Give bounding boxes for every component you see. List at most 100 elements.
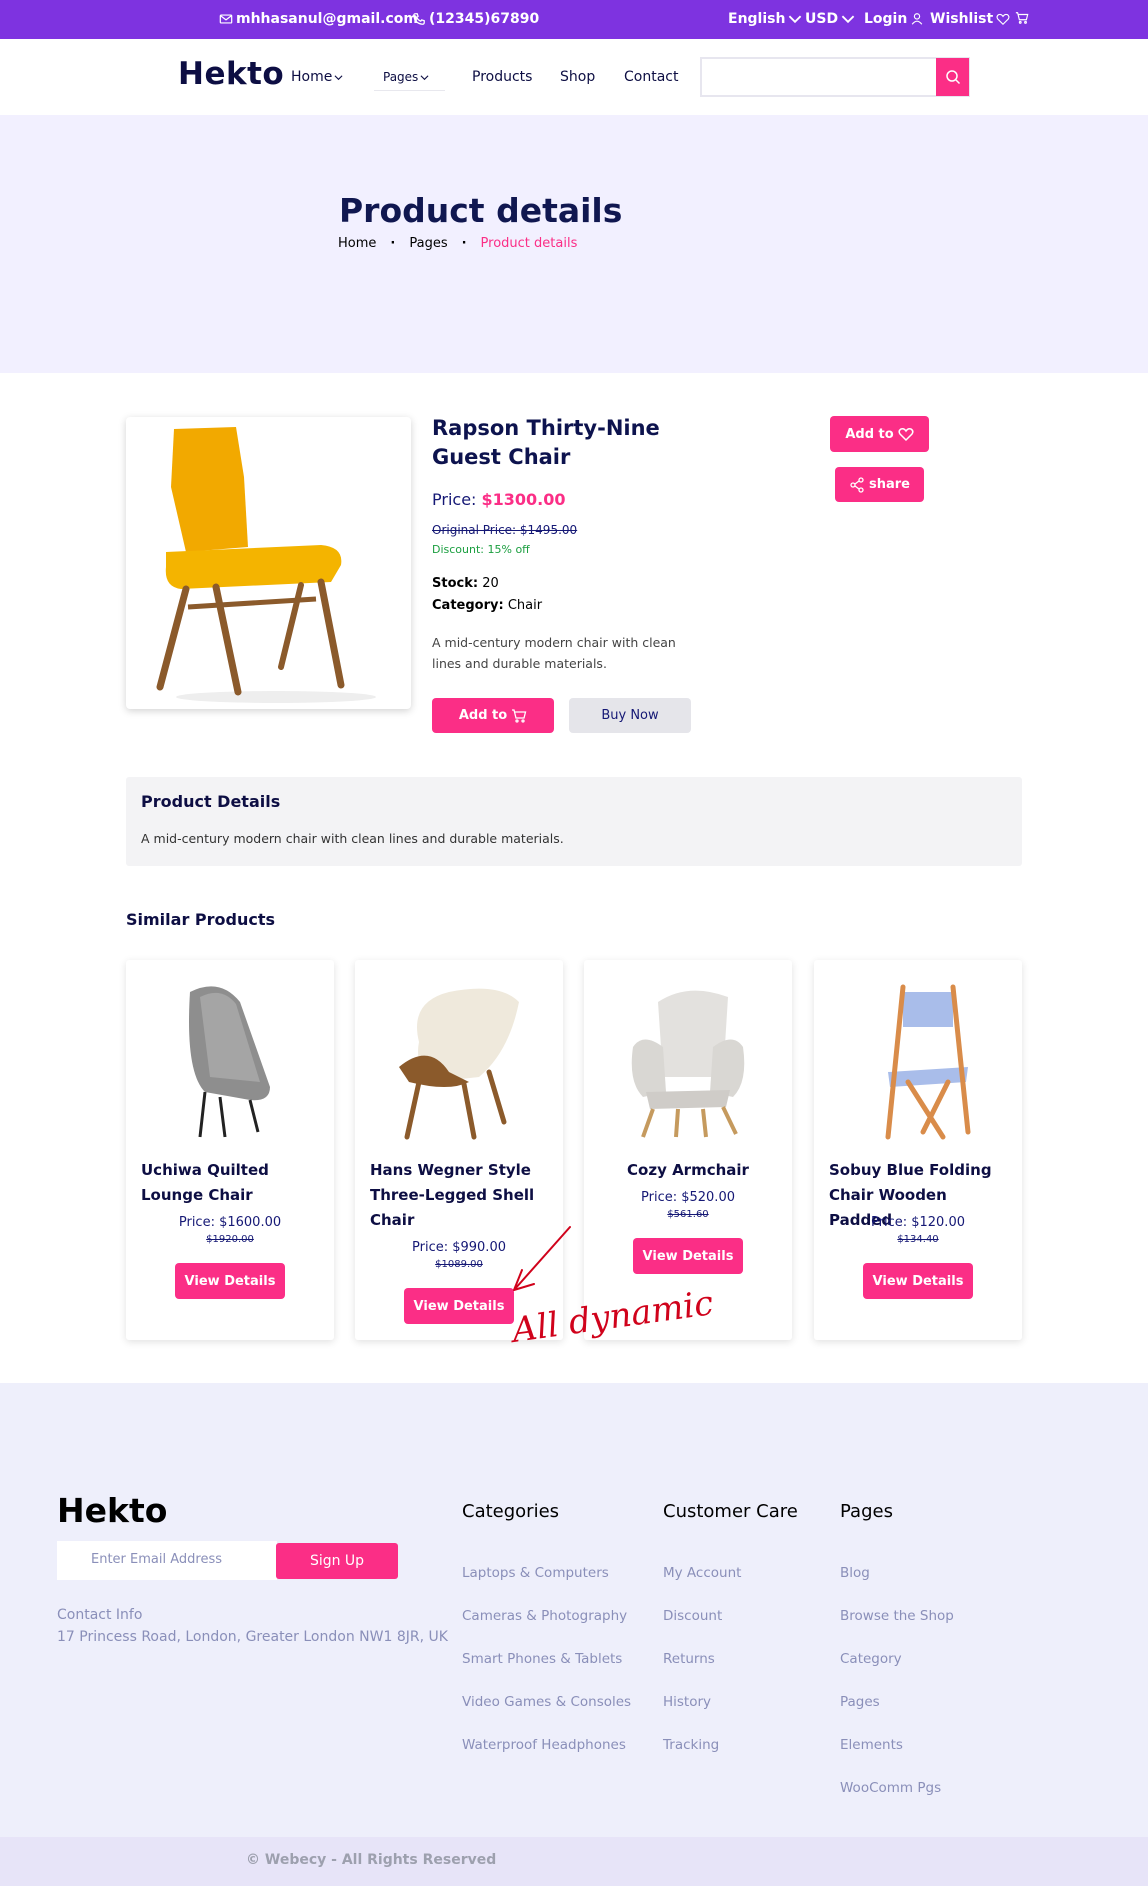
- stock-label: Stock:: [432, 576, 479, 591]
- category-row: Category: Chair: [432, 598, 542, 613]
- price-value: $1300.00: [481, 490, 566, 509]
- grey-lounge-chair-image: [189, 986, 270, 1138]
- armchair-image: [631, 990, 745, 1138]
- footer-categories-title: Categories: [462, 1501, 560, 1522]
- footer-link[interactable]: Video Games & Consoles: [462, 1694, 631, 1710]
- footer-link[interactable]: History: [663, 1694, 711, 1710]
- product-description: A mid-century modern chair with clean li…: [432, 635, 676, 671]
- heart-icon: [996, 13, 1010, 26]
- footer-link[interactable]: Smart Phones & Tablets: [462, 1651, 622, 1667]
- contact-info-label: Contact Info: [57, 1607, 143, 1623]
- footer-link[interactable]: Browse the Shop: [840, 1608, 954, 1624]
- cart-button[interactable]: [1015, 11, 1029, 25]
- product-name: Rapson Thirty-Nine Guest Chair: [432, 416, 660, 469]
- price-label: Price:: [432, 490, 477, 509]
- footer-link[interactable]: Laptops & Computers: [462, 1565, 609, 1581]
- nav-products[interactable]: Products: [472, 69, 532, 85]
- footer-logo: Hekto: [57, 1491, 168, 1530]
- user-icon: [912, 13, 923, 25]
- share-button[interactable]: share: [835, 467, 924, 502]
- search-icon: [945, 70, 960, 85]
- contact-info: Contact Info 17 Princess Road, London, G…: [57, 1604, 448, 1648]
- footer-link[interactable]: Waterproof Headphones: [462, 1737, 626, 1753]
- footer-customer-care-title: Customer Care: [663, 1501, 798, 1522]
- original-price: Original Price: $1495.00: [432, 523, 578, 537]
- phone-text: (12345)67890: [429, 11, 540, 27]
- email-text: mhhasanul@gmail.com: [236, 11, 418, 27]
- view-details-button[interactable]: View Details: [404, 1288, 514, 1324]
- product-card: Sobuy Blue Folding Chair Wooden Padded P…: [814, 960, 1022, 1340]
- footer-link[interactable]: Elements: [840, 1737, 903, 1753]
- footer-link[interactable]: Tracking: [663, 1737, 719, 1753]
- share-label: share: [869, 477, 910, 492]
- contact-email[interactable]: mhhasanul@gmail.com: [219, 11, 418, 27]
- chevron-down-icon: [841, 15, 855, 24]
- currency-label: USD: [805, 11, 839, 27]
- login-link[interactable]: Login: [864, 11, 924, 27]
- product-card-price: Price: $520.00: [641, 1190, 735, 1205]
- product-details-panel: Product Details A mid-century modern cha…: [126, 777, 1022, 866]
- footer-link[interactable]: WooComm Pgs: [840, 1780, 941, 1796]
- breadcrumb-separator: ·: [390, 236, 396, 251]
- login-label: Login: [864, 11, 908, 27]
- contact-phone[interactable]: (12345)67890: [412, 11, 539, 27]
- breadcrumb-home[interactable]: Home: [338, 236, 376, 251]
- footer-link[interactable]: My Account: [663, 1565, 741, 1581]
- product-image: [126, 417, 411, 709]
- share-icon: [850, 476, 864, 493]
- search-button[interactable]: [936, 58, 969, 96]
- footer-link[interactable]: Category: [840, 1651, 902, 1667]
- page-hero: Product details Home · Pages · Product d…: [0, 115, 1148, 373]
- search-input[interactable]: [700, 57, 970, 97]
- add-to-cart-button[interactable]: Add to: [432, 698, 554, 733]
- footer-pages-title: Pages: [840, 1501, 893, 1522]
- product-card-price: Price: $1600.00: [178, 1215, 282, 1230]
- nav-home-label: Home: [291, 69, 333, 85]
- copyright-text: © Webecy - All Rights Reserved: [246, 1852, 497, 1868]
- buy-now-button[interactable]: Buy Now: [569, 698, 691, 733]
- currency-select[interactable]: USD: [805, 11, 855, 27]
- add-to-wishlist-button[interactable]: Add to: [830, 416, 929, 452]
- mail-icon: [219, 14, 233, 24]
- nav-pages[interactable]: Pages: [374, 70, 446, 91]
- email-field[interactable]: Enter Email Address: [57, 1541, 277, 1580]
- view-details-button[interactable]: View Details: [175, 1263, 285, 1299]
- stock-value: 20: [482, 576, 499, 591]
- logo[interactable]: Hekto: [178, 56, 284, 92]
- language-select[interactable]: English: [728, 11, 802, 27]
- product-card-price: Price: $120.00: [871, 1215, 965, 1230]
- breadcrumb-separator: ·: [461, 236, 467, 251]
- wishlist-button-label: Add to: [845, 426, 894, 442]
- nav-pages-label: Pages: [383, 70, 419, 84]
- page-title: Product details: [339, 191, 623, 230]
- details-text: A mid-century modern chair with clean li…: [141, 831, 564, 846]
- nav-shop[interactable]: Shop: [560, 69, 595, 85]
- wishlist-link[interactable]: Wishlist: [930, 11, 1010, 27]
- product-card-old-price: $561.60: [667, 1209, 709, 1220]
- yellow-chair-image: [156, 427, 376, 703]
- details-title: Product Details: [141, 792, 281, 811]
- language-label: English: [728, 11, 786, 27]
- discount-text: Discount: 15% off: [432, 543, 530, 556]
- main-nav: Hekto Home Pages Products Shop Contact: [0, 39, 1148, 115]
- footer-link[interactable]: Returns: [663, 1651, 715, 1667]
- handwritten-annotation: All dynamic: [507, 1226, 716, 1351]
- footer-link[interactable]: Pages: [840, 1694, 880, 1710]
- nav-home[interactable]: Home: [291, 69, 343, 85]
- nav-contact[interactable]: Contact: [624, 69, 678, 85]
- similar-products-title: Similar Products: [126, 910, 276, 929]
- view-details-button[interactable]: View Details: [863, 1263, 973, 1299]
- footer-link[interactable]: Discount: [663, 1608, 722, 1624]
- wishlist-label: Wishlist: [930, 11, 994, 27]
- breadcrumb-current: Product details: [480, 236, 578, 251]
- footer-link[interactable]: Blog: [840, 1565, 870, 1581]
- folding-chair-image: [885, 984, 971, 1140]
- footer-link[interactable]: Cameras & Photography: [462, 1608, 627, 1624]
- breadcrumb-pages[interactable]: Pages: [409, 236, 447, 251]
- product-price: Price: $1300.00: [432, 490, 566, 509]
- sign-up-button[interactable]: Sign Up: [276, 1543, 398, 1579]
- product-card-old-price: $134.40: [897, 1234, 939, 1245]
- breadcrumb: Home · Pages · Product details: [338, 236, 577, 251]
- phone-icon: [413, 13, 425, 25]
- product-card-name: Uchiwa Quilted Lounge Chair: [141, 1161, 269, 1204]
